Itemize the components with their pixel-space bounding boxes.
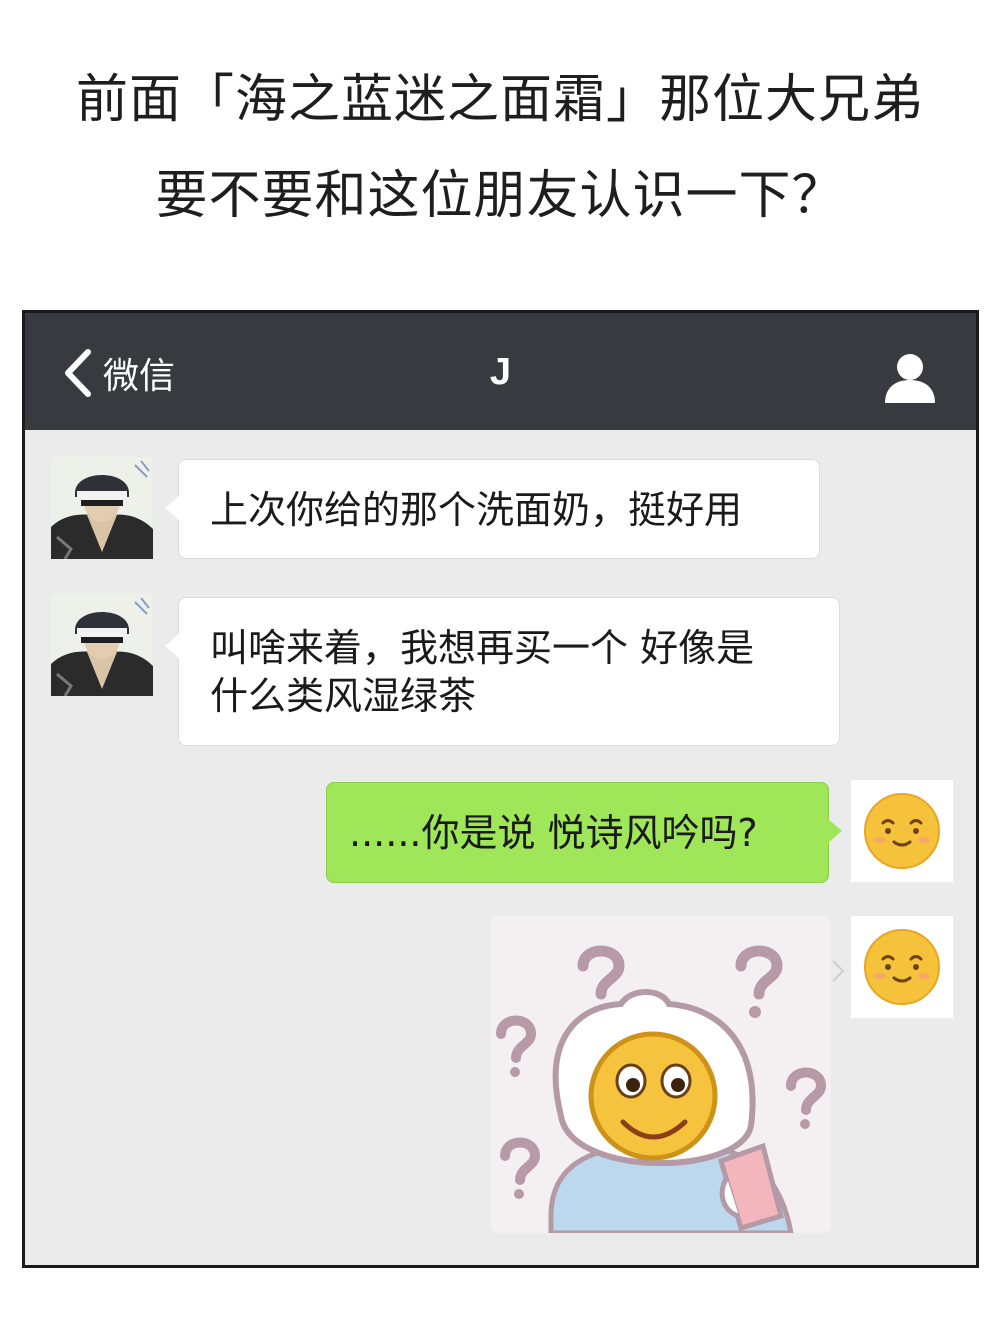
message-text-line: 什么类风湿绿茶 xyxy=(210,674,477,718)
avatar[interactable] xyxy=(51,457,153,559)
chevron-right-icon xyxy=(832,960,845,982)
message-text: 上次你给的那个洗面奶，挺好用 xyxy=(210,488,743,532)
message-text: ......你是说 悦诗风吟吗? xyxy=(349,811,758,855)
message-text-line: 叫啥来着，我想再买一个 好像是 xyxy=(210,626,755,670)
person-icon[interactable] xyxy=(882,349,938,405)
sticker-image[interactable] xyxy=(491,916,831,1233)
caption-line-1: 前面「海之蓝迷之面霜」那位大兄弟 xyxy=(75,70,924,130)
chat-screenshot: 微信 J 上次你给的那个洗面奶，挺好用 叫啥来着，我想再买一个 好像是 什么类风… xyxy=(22,310,979,1268)
avatar[interactable] xyxy=(51,594,153,696)
message-bubble[interactable]: ......你是说 悦诗风吟吗? xyxy=(326,782,842,883)
avatar[interactable] xyxy=(851,780,953,882)
avatar[interactable] xyxy=(851,916,953,1018)
confused-smiley-sticker xyxy=(491,916,831,1233)
message-bubble[interactable]: 叫啥来着，我想再买一个 好像是 什么类风湿绿茶 xyxy=(165,597,840,746)
smiley-face-icon xyxy=(864,929,940,1005)
navbar: 微信 J xyxy=(25,313,976,430)
caption-line-2: 要不要和这位朋友认识一下？ xyxy=(155,166,845,226)
chat-title: J xyxy=(489,351,512,393)
message-bubble[interactable]: 上次你给的那个洗面奶，挺好用 xyxy=(165,459,820,559)
smiley-face-icon xyxy=(864,793,940,869)
